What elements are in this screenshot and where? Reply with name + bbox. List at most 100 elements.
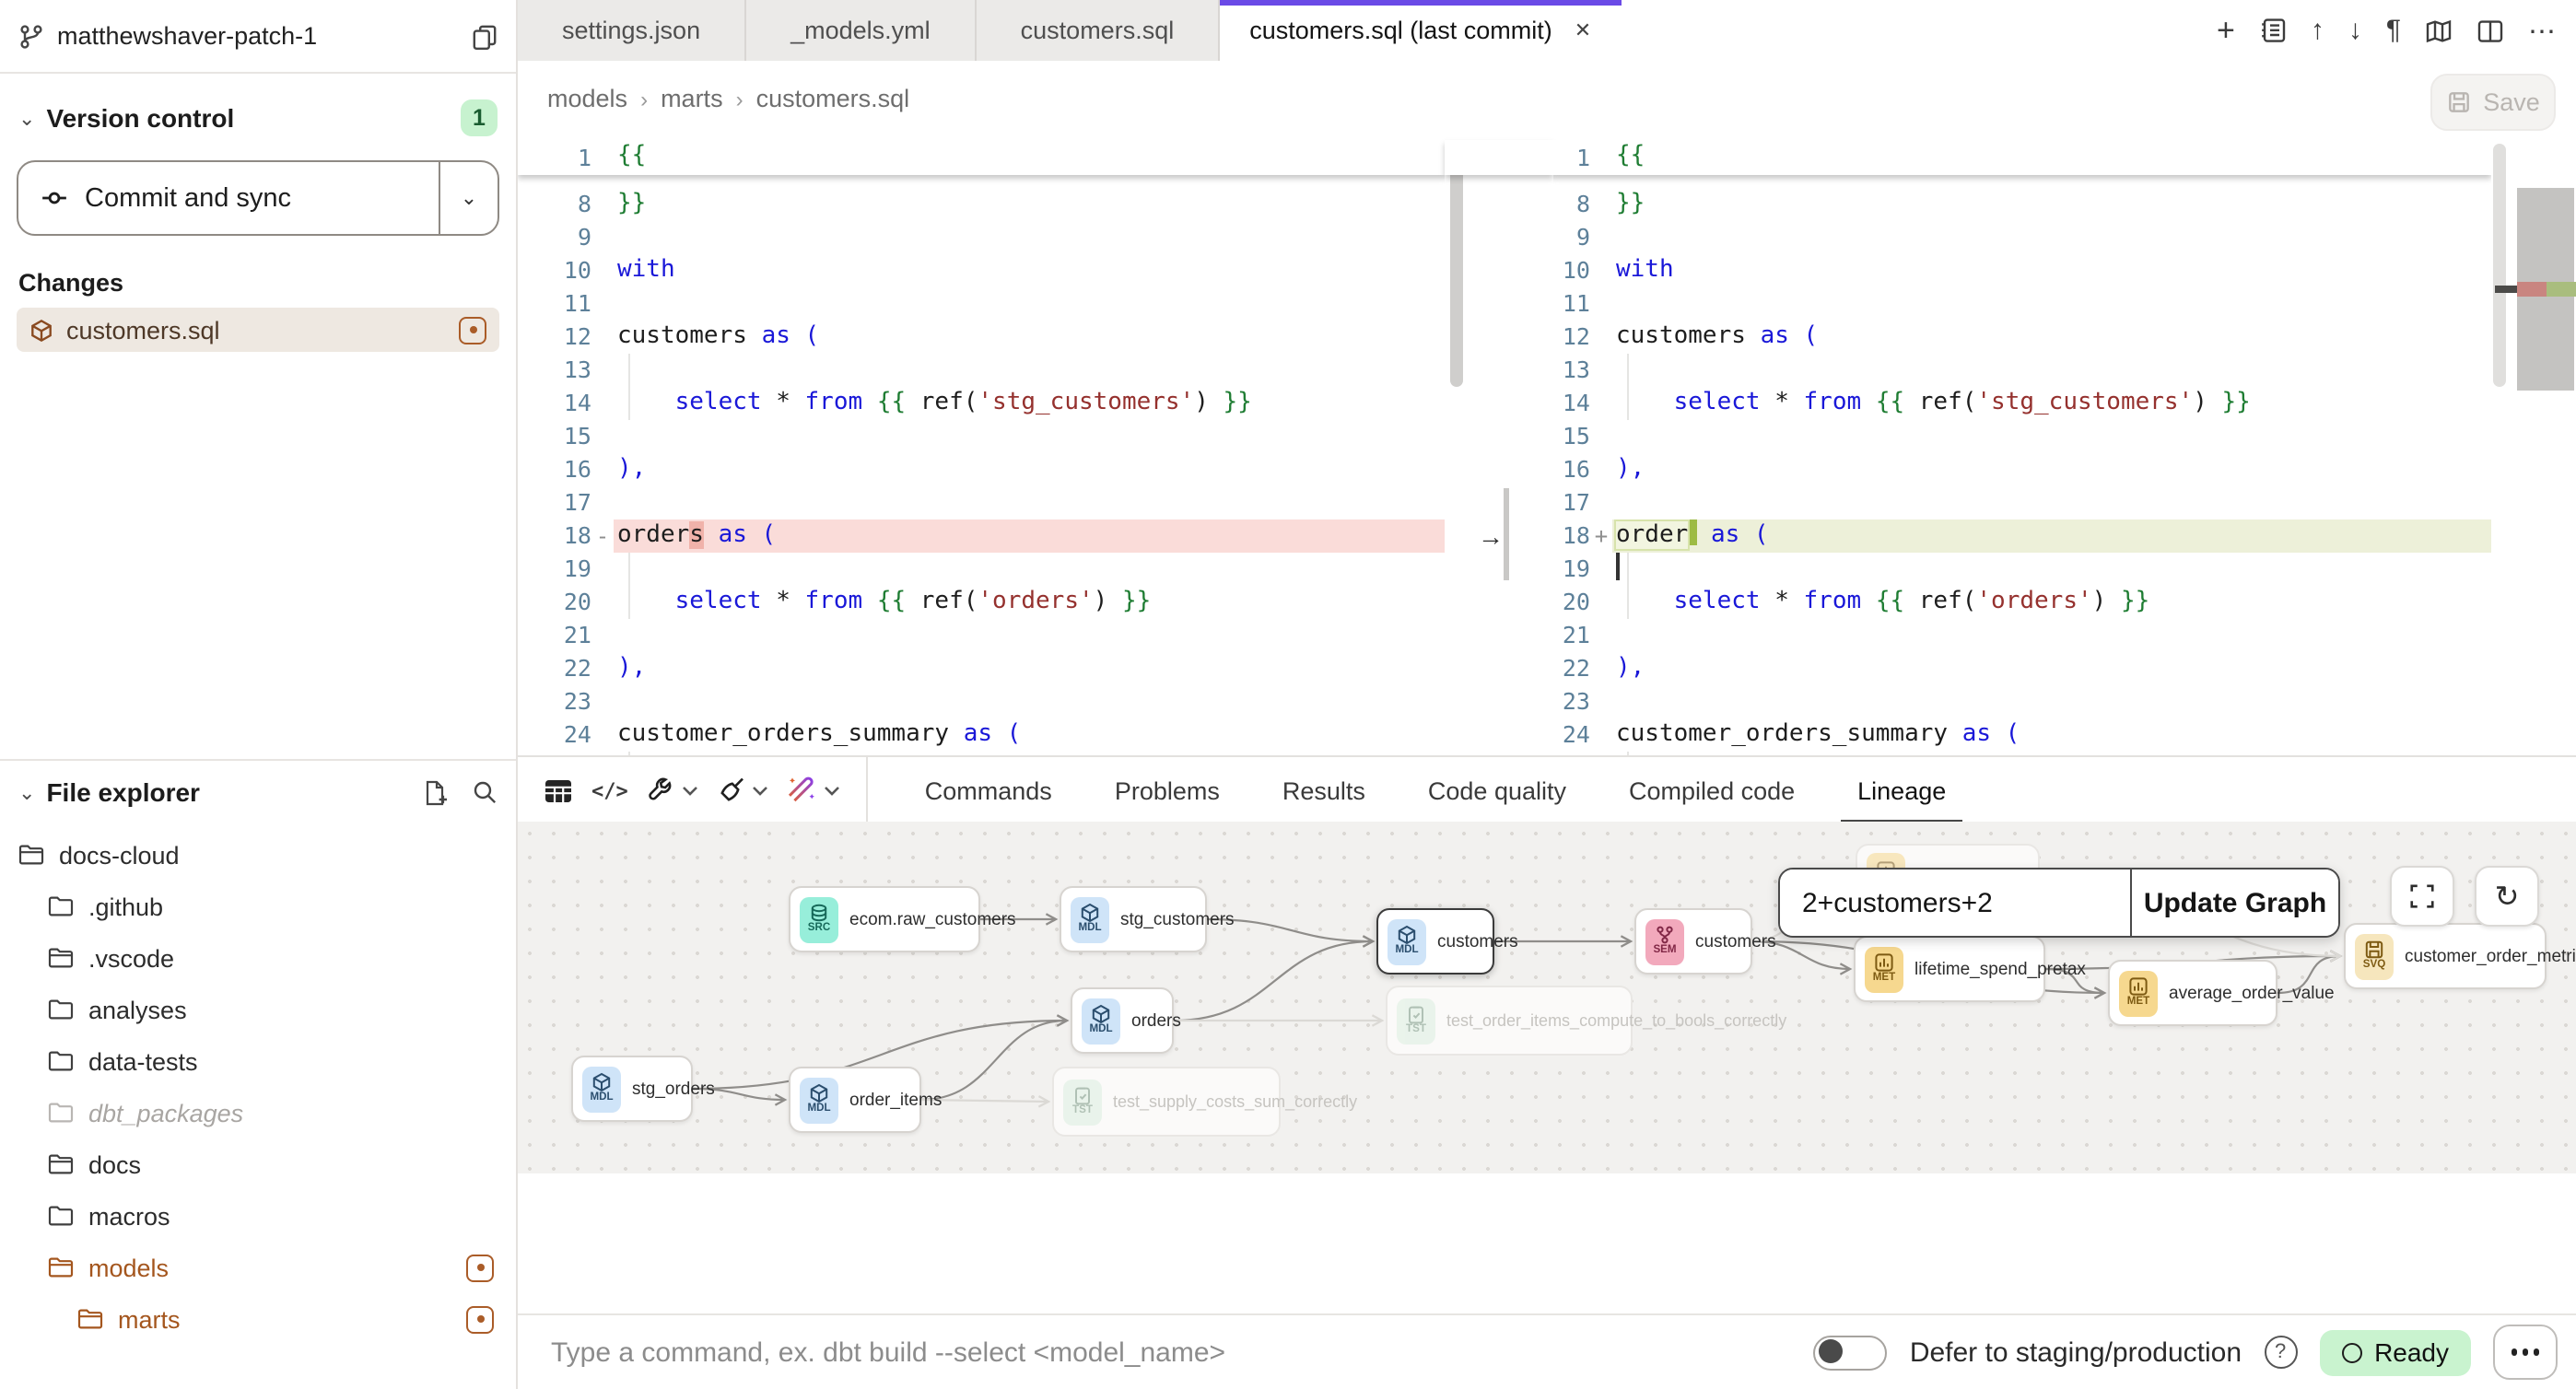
- code-line[interactable]: 12customers as (: [1553, 320, 2491, 353]
- file-explorer-item-data-tests[interactable]: data-tests: [0, 1035, 516, 1087]
- search-icon[interactable]: [472, 779, 498, 805]
- pilcrow-icon[interactable]: ¶: [2386, 15, 2401, 46]
- code-line[interactable]: 11: [518, 286, 1445, 320]
- code-line[interactable]: 15: [1553, 419, 2491, 452]
- file-explorer-item-.github[interactable]: .github: [0, 881, 516, 932]
- magic-pen-icon[interactable]: [787, 776, 818, 805]
- map-icon[interactable]: [2425, 18, 2453, 43]
- new-file-icon[interactable]: [422, 778, 448, 806]
- code-line[interactable]: 21: [1553, 618, 2491, 651]
- code-line[interactable]: 16),: [518, 452, 1445, 485]
- defer-toggle[interactable]: [1814, 1335, 1888, 1370]
- panel-tab-problems[interactable]: Problems: [1083, 757, 1251, 823]
- code-line[interactable]: 11: [1553, 286, 2491, 320]
- file-explorer-item-models[interactable]: models: [0, 1242, 516, 1293]
- breadcrumb-item[interactable]: customers.sql: [756, 85, 910, 112]
- breadcrumb-item[interactable]: marts: [661, 85, 723, 112]
- help-icon[interactable]: ?: [2264, 1336, 2297, 1369]
- code-line[interactable]: 12customers as (: [518, 320, 1445, 353]
- arrow-up-icon[interactable]: ↑: [2311, 15, 2324, 46]
- panel-tab-lineage[interactable]: Lineage: [1826, 757, 1977, 823]
- fullscreen-button[interactable]: [2390, 866, 2454, 927]
- file-explorer-item-marts[interactable]: marts: [0, 1293, 516, 1345]
- copy-files-icon[interactable]: [472, 23, 498, 49]
- code-line[interactable]: 19: [518, 552, 1445, 585]
- more-options-icon[interactable]: ⋯: [2528, 14, 2558, 47]
- save-button[interactable]: Save: [2430, 74, 2556, 131]
- panel-tab-code-quality[interactable]: Code quality: [1397, 757, 1598, 823]
- panel-tab-commands[interactable]: Commands: [894, 757, 1083, 823]
- results-table-icon[interactable]: [544, 776, 573, 804]
- editor-tab[interactable]: customers.sql: [977, 0, 1221, 61]
- changed-file-row[interactable]: customers.sql: [17, 308, 499, 352]
- code-line[interactable]: 19: [1553, 552, 2491, 585]
- lineage-node-customers_sem[interactable]: SEMcustomers: [1634, 908, 1752, 975]
- pane-divider[interactable]: [1504, 488, 1508, 580]
- editor-tab[interactable]: settings.json: [518, 0, 746, 61]
- code-line[interactable]: 24customer_orders_summary as (: [1553, 718, 2491, 751]
- code-line[interactable]: 24customer_orders_summary as (: [518, 718, 1445, 751]
- lineage-node-customers_mdl[interactable]: MDLcustomers: [1376, 908, 1494, 975]
- command-input[interactable]: [547, 1335, 1402, 1370]
- file-explorer-header[interactable]: ⌄ File explorer: [0, 777, 516, 807]
- code-line[interactable]: 18-orders as (: [518, 519, 1445, 552]
- lineage-search-input[interactable]: [1780, 870, 2130, 936]
- lineage-node-test_order_items[interactable]: TSTtest_order_items_compute_to_bools_cor…: [1386, 986, 1633, 1056]
- outline-icon[interactable]: [2259, 17, 2287, 44]
- code-line[interactable]: 10with: [1553, 253, 2491, 286]
- code-line[interactable]: 21: [518, 618, 1445, 651]
- breadcrumb-item[interactable]: models: [547, 85, 627, 112]
- code-line[interactable]: 23: [518, 684, 1445, 718]
- commit-and-sync-button[interactable]: Commit and sync ⌄: [17, 160, 499, 236]
- code-line[interactable]: 9: [518, 220, 1445, 253]
- lineage-node-average[interactable]: METaverage_order_value: [2108, 960, 2277, 1026]
- code-line[interactable]: 14 select * from {{ ref('stg_customers')…: [1553, 386, 2491, 419]
- broom-icon[interactable]: [717, 776, 746, 805]
- lineage-node-stg_customers[interactable]: MDLstg_customers: [1060, 886, 1207, 952]
- lineage-node-lifetime[interactable]: METlifetime_spend_pretax: [1854, 936, 2045, 1002]
- commit-options-dropdown[interactable]: ⌄: [439, 162, 498, 234]
- file-explorer-item-.vscode[interactable]: .vscode: [0, 932, 516, 984]
- code-icon[interactable]: </>: [591, 778, 628, 802]
- lineage-node-metrics[interactable]: SVQcustomer_order_metrics: [2344, 923, 2547, 989]
- code-line[interactable]: 13: [518, 353, 1445, 386]
- lineage-canvas[interactable]: SRCecom.raw_customers MDLstg_customers MDL…: [518, 822, 2576, 1173]
- file-explorer-item-docs[interactable]: docs: [0, 1138, 516, 1190]
- update-graph-button[interactable]: Update Graph: [2130, 870, 2338, 936]
- code-line[interactable]: 17: [518, 485, 1445, 519]
- refresh-graph-button[interactable]: ↻: [2475, 866, 2539, 927]
- file-explorer-item-dbt_packages[interactable]: dbt_packages: [0, 1087, 516, 1138]
- lineage-node-order_items[interactable]: MDLorder_items: [789, 1067, 921, 1133]
- code-line[interactable]: 10with: [518, 253, 1445, 286]
- split-columns-icon[interactable]: [2476, 18, 2504, 43]
- panel-tab-compiled-code[interactable]: Compiled code: [1598, 757, 1826, 823]
- lineage-node-test_supply[interactable]: TSTtest_supply_costs_sum_correctly: [1052, 1067, 1281, 1137]
- panel-tab-results[interactable]: Results: [1251, 757, 1397, 823]
- code-line[interactable]: 22),: [1553, 651, 2491, 684]
- lineage-node-orders[interactable]: MDLorders: [1071, 987, 1174, 1054]
- file-explorer-item-analyses[interactable]: analyses: [0, 984, 516, 1035]
- code-line[interactable]: 8}}: [518, 187, 1445, 220]
- right-scrollbar-thumb[interactable]: [2493, 144, 2506, 387]
- code-line[interactable]: 18+order as (: [1553, 519, 2491, 552]
- code-line[interactable]: 23: [1553, 684, 2491, 718]
- left-scrollbar-thumb[interactable]: [1450, 144, 1463, 387]
- code-line[interactable]: 17: [1553, 485, 2491, 519]
- code-line[interactable]: 14 select * from {{ ref('stg_customers')…: [518, 386, 1445, 419]
- more-actions-button[interactable]: [2493, 1325, 2558, 1380]
- new-tab-icon[interactable]: +: [2217, 12, 2235, 49]
- arrow-down-icon[interactable]: ↓: [2348, 15, 2362, 46]
- code-line[interactable]: 15: [518, 419, 1445, 452]
- code-line[interactable]: 9: [1553, 220, 2491, 253]
- version-control-header[interactable]: ⌄ Version control 1: [0, 99, 516, 136]
- code-line[interactable]: 20 select * from {{ ref('orders') }}: [1553, 585, 2491, 618]
- environment-status-badge[interactable]: Ready: [2319, 1329, 2471, 1375]
- code-line[interactable]: 8}}: [1553, 187, 2491, 220]
- code-line[interactable]: 16),: [1553, 452, 2491, 485]
- editor-tab[interactable]: customers.sql (last commit)✕: [1220, 0, 1621, 61]
- lineage-node-src_raw[interactable]: SRCecom.raw_customers: [789, 886, 980, 952]
- lineage-node-stg_orders[interactable]: MDLstg_orders: [571, 1056, 693, 1122]
- file-explorer-item-macros[interactable]: macros: [0, 1190, 516, 1242]
- file-explorer-item-docs-cloud[interactable]: docs-cloud: [0, 829, 516, 881]
- editor-tab[interactable]: _models.yml: [746, 0, 977, 61]
